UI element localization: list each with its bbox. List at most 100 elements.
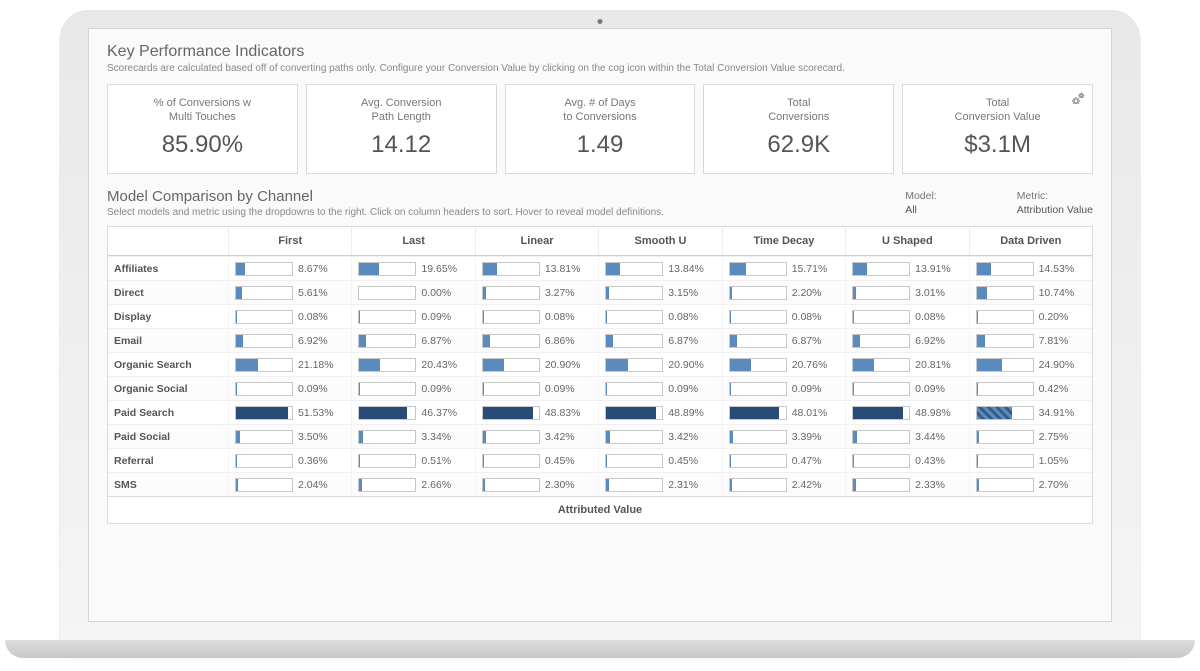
bar-track (605, 262, 663, 276)
cell-value: 6.92% (915, 335, 945, 347)
bar-track (235, 262, 293, 276)
cell-value: 0.20% (1039, 311, 1069, 323)
table-cell: 0.09% (598, 377, 721, 400)
model-comparison-subtitle: Select models and metric using the dropd… (107, 207, 905, 218)
cell-value: 48.89% (668, 407, 704, 419)
bar-track (852, 262, 910, 276)
cell-value: 0.08% (545, 311, 575, 323)
metric-filter[interactable]: Metric: Attribution Value (1017, 190, 1093, 216)
row-label: Paid Search (108, 407, 228, 419)
cell-value: 51.53% (298, 407, 334, 419)
bar-track (852, 406, 910, 420)
table-row: Affiliates8.67%19.65%13.81%13.84%15.71%1… (108, 256, 1092, 280)
bar-fill (730, 407, 779, 419)
table-cell: 2.20% (722, 281, 845, 304)
bar-fill (853, 263, 867, 275)
table-header-smooth-u[interactable]: Smooth U (598, 227, 721, 255)
table-cell: 5.61% (228, 281, 351, 304)
kpi-label: Avg. Conversion Path Length (313, 95, 490, 125)
table-footer: Attributed Value (108, 496, 1092, 523)
table-cell: 2.31% (598, 473, 721, 496)
bar-track (605, 430, 663, 444)
cell-value: 3.39% (792, 431, 822, 443)
table-cell: 0.08% (228, 305, 351, 328)
table-row: Paid Social3.50%3.34%3.42%3.42%3.39%3.44… (108, 424, 1092, 448)
bar-track (358, 478, 416, 492)
bar-fill (853, 479, 855, 491)
cell-value: 2.66% (421, 479, 451, 491)
table-row: Direct5.61%0.00%3.27%3.15%2.20%3.01%10.7… (108, 280, 1092, 304)
cell-value: 24.90% (1039, 359, 1075, 371)
bar-track (605, 310, 663, 324)
bar-track (482, 430, 540, 444)
bar-track (482, 310, 540, 324)
bar-fill (730, 287, 732, 299)
laptop-frame: Key Performance Indicators Scorecards ar… (60, 10, 1140, 650)
cell-value: 0.42% (1039, 383, 1069, 395)
table-row: Organic Social0.09%0.09%0.09%0.09%0.09%0… (108, 376, 1092, 400)
model-filter[interactable]: Model: All (905, 190, 937, 216)
cell-value: 0.09% (915, 383, 945, 395)
bar-track (235, 430, 293, 444)
table-cell: 2.33% (845, 473, 968, 496)
table-cell: 2.75% (969, 425, 1092, 448)
table-header-blank (108, 227, 228, 255)
bar-fill (977, 479, 980, 491)
model-comparison-title: Model Comparison by Channel (107, 188, 905, 205)
table-header-data-driven[interactable]: Data Driven (969, 227, 1092, 255)
bar-track (729, 430, 787, 444)
dashboard-screen: Key Performance Indicators Scorecards ar… (88, 28, 1112, 622)
table-cell: 48.98% (845, 401, 968, 424)
bar-track (852, 334, 910, 348)
table-cell: 46.37% (351, 401, 474, 424)
cell-value: 0.09% (668, 383, 698, 395)
table-cell: 14.53% (969, 257, 1092, 280)
bar-track (976, 310, 1034, 324)
table-cell: 3.42% (475, 425, 598, 448)
bar-fill (236, 263, 245, 275)
table-header-row: FirstLastLinearSmooth UTime DecayU Shape… (108, 227, 1092, 256)
bar-track (729, 382, 787, 396)
gear-icon[interactable] (1070, 91, 1086, 110)
bar-fill (236, 287, 242, 299)
bar-track (976, 334, 1034, 348)
table-header-linear[interactable]: Linear (475, 227, 598, 255)
bar-track (235, 358, 293, 372)
table-cell: 0.36% (228, 449, 351, 472)
bar-fill (977, 359, 1002, 371)
cell-value: 6.87% (668, 335, 698, 347)
kpi-label: Total Conversions (710, 95, 887, 125)
cell-value: 0.09% (545, 383, 575, 395)
bar-fill (359, 431, 362, 443)
table-cell: 6.86% (475, 329, 598, 352)
bar-fill (853, 359, 874, 371)
table-header-last[interactable]: Last (351, 227, 474, 255)
table-header-first[interactable]: First (228, 227, 351, 255)
bar-fill (977, 455, 978, 467)
cell-value: 5.61% (298, 287, 328, 299)
kpi-section-title: Key Performance Indicators (107, 43, 1093, 61)
bar-fill (606, 359, 627, 371)
bar-track (358, 430, 416, 444)
table-cell: 10.74% (969, 281, 1092, 304)
cell-value: 3.42% (545, 431, 575, 443)
bar-fill (606, 287, 609, 299)
bar-fill (606, 479, 608, 491)
table-header-time-decay[interactable]: Time Decay (722, 227, 845, 255)
row-label: Direct (108, 287, 228, 299)
kpi-section-subtitle: Scorecards are calculated based off of c… (107, 63, 1093, 74)
kpi-card-path-length: Avg. Conversion Path Length 14.12 (306, 84, 497, 174)
cell-value: 0.45% (668, 455, 698, 467)
table-cell: 48.01% (722, 401, 845, 424)
cell-value: 14.53% (1039, 263, 1075, 275)
table-cell: 15.71% (722, 257, 845, 280)
bar-track (482, 478, 540, 492)
table-cell: 0.45% (598, 449, 721, 472)
bar-track (729, 262, 787, 276)
table-header-u-shaped[interactable]: U Shaped (845, 227, 968, 255)
table-cell: 0.09% (845, 377, 968, 400)
table-cell: 2.04% (228, 473, 351, 496)
row-label: Email (108, 335, 228, 347)
cell-value: 2.04% (298, 479, 328, 491)
table-cell: 6.87% (351, 329, 474, 352)
